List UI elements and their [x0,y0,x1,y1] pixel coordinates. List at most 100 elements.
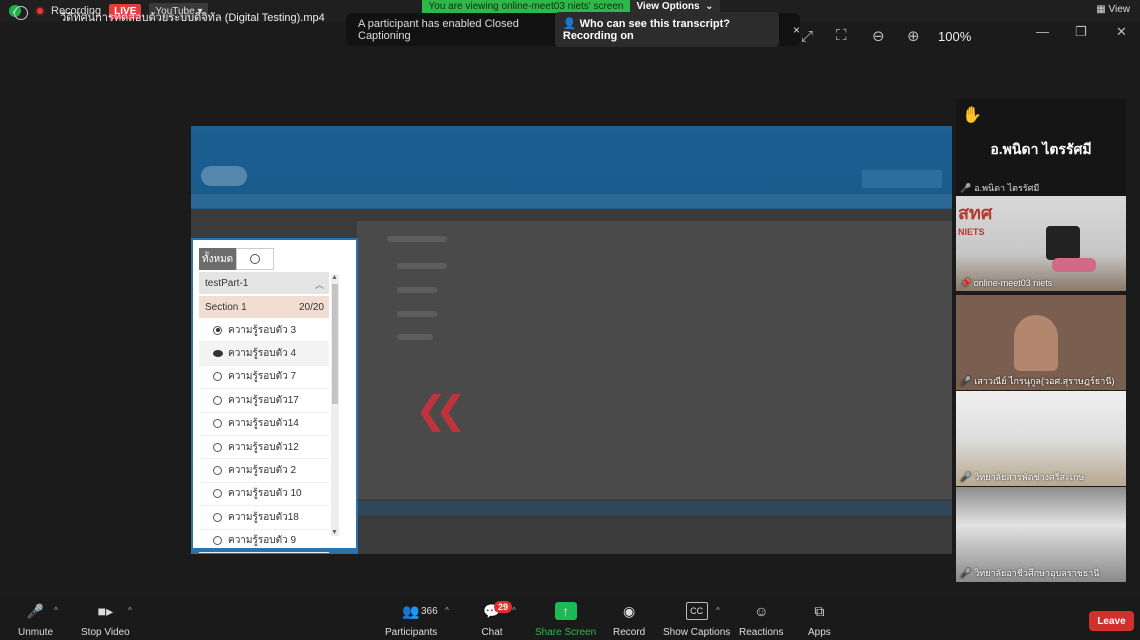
question-item-label: ความรู้รอบตัว 9 [228,535,297,547]
caption-notification-toast: A participant has enabled Closed Caption… [346,12,800,47]
restore-icon[interactable]: ❐ [1075,24,1087,40]
recording-dot-icon [35,6,45,16]
share-screen-label: Share Screen [535,627,597,638]
zoom-out-icon[interactable]: ⊖ [872,27,885,45]
question-list-scrollbar[interactable]: ▲ ▼ [331,274,339,536]
unmute-button[interactable]: 🎤 Unmute [18,602,54,639]
question-navigator-panel: ทั้งหมด testPart-1 ︿ Section 1 20/20 ควา… [191,238,358,554]
toast-message: A participant has enabled Closed Caption… [358,17,519,42]
leave-button[interactable]: Leave [1089,611,1134,631]
mic-muted-icon: 🎤 [960,472,972,482]
radio-empty-icon [213,512,222,522]
question-item[interactable]: ความรู้รอบตัว 4 [199,342,329,366]
zoom-in-icon[interactable]: ⊕ [907,27,920,45]
zoom-meeting-window: ✓ Recording LIVE YouTube ▾ You are viewi… [0,0,1140,640]
shared-app-subheader [191,194,952,208]
close-window-icon[interactable]: ✕ [1116,24,1127,40]
participants-caret-icon[interactable]: ^ [445,606,449,615]
video-tile[interactable]: 🎤 วิทยาลัยสารพัดช่างศรีสะเกษ [956,391,1126,486]
reactions-button[interactable]: ☺ Reactions [739,602,783,638]
video-options-caret-icon[interactable]: ^ [128,606,132,615]
question-item[interactable]: ความรู้รอบตัว14 [199,413,329,436]
flowers-shape [1052,258,1096,272]
reactions-label: Reactions [739,627,784,638]
question-item-label: ความรู้รอบตัว 7 [228,371,297,383]
record-icon: ◉ [623,602,636,619]
tab-all[interactable]: ทั้งหมด [199,248,237,270]
record-button[interactable]: ◉ Record [613,602,646,639]
video-tile[interactable]: สทศ NIETS 📌 online-meet03 niets [956,196,1126,291]
share-screen-icon: ↑ [554,602,577,620]
fullscreen-icon[interactable]: ⤢ [801,28,813,45]
test-part-header[interactable]: testPart-1 ︿ [199,272,329,294]
radio-empty-icon [213,442,222,452]
smiley-plus-icon: ☺ [754,603,769,619]
transcript-visibility-button[interactable]: 👤 Who can see this transcript? Recording… [554,12,779,47]
share-screen-button[interactable]: ↑ Share Screen [535,602,596,638]
record-label: Record [613,627,646,638]
toast-close-icon[interactable]: × [793,23,800,37]
section-header[interactable]: Section 1 20/20 [199,296,329,318]
scroll-thumb[interactable] [332,284,338,404]
show-captions-button[interactable]: CC Show Captions [663,602,730,638]
video-tile-label: 🎤 เสาวณีย์ ไกรนุกูล(วอศ.สุราษฎร์ธานี) [960,374,1115,388]
mic-muted-icon: 🎤 [960,568,972,578]
mic-muted-icon: 🎤 [960,183,972,193]
shared-app-footer [357,501,952,515]
meeting-info-icon[interactable] [14,6,28,20]
view-menu-button[interactable]: ▦ View [1096,4,1130,15]
zoom-level: 100% [938,29,972,44]
collapse-panel-chevron-icon: ❮❮ [415,390,467,432]
unmute-label: Unmute [18,627,54,638]
view-options-label: View Options [636,1,700,12]
radio-empty-icon [213,466,222,476]
radio-empty-icon [213,536,222,546]
stop-video-button[interactable]: ■▸ Stop Video [81,602,130,639]
shared-app-header-button [862,170,942,188]
participants-count: 366 [421,606,438,617]
question-item[interactable]: ความรู้รอบตัว 9 [199,530,329,553]
chat-unread-badge: 29 [494,601,513,613]
question-item[interactable]: ความรู้รอบตัว 7 [199,366,329,390]
tab-unanswered[interactable] [236,248,275,270]
video-tile[interactable]: 🎤 วิทยาลัยอาชีวศึกษาอุบลราชธานี [956,487,1126,582]
participants-label: Participants [385,627,438,638]
question-item[interactable]: ความรู้รอบตัว17 [199,389,329,413]
question-item[interactable]: ความรู้รอบตัว 10 [199,483,329,507]
fit-window-icon[interactable]: ⛶ [836,27,847,44]
test-part-label: testPart-1 [205,277,249,289]
question-item[interactable]: ความรู้รอบตัว 2 [199,459,329,483]
question-item-label: ความรู้รอบตัว12 [228,441,299,453]
meeting-controls-toolbar: 🎤 Unmute ^ ■▸ Stop Video ^ 👥 Participant… [0,596,1140,640]
question-item[interactable]: ความรู้รอบตัว 3 [199,319,329,343]
circle-icon [250,254,261,264]
scroll-up-icon[interactable]: ▲ [331,274,338,281]
tile-label-text: online-meet03 niets [973,278,1053,288]
participants-icon: 👥 [402,602,420,619]
logo-thai-text: สทศ [958,203,993,223]
viewing-banner-text: You are viewing online-meet03 niets' scr… [428,1,624,12]
shared-question-area [357,221,952,499]
radio-empty-icon [213,395,222,405]
captions-caret-icon[interactable]: ^ [716,606,720,615]
apps-button[interactable]: ⧉ Apps [808,602,831,639]
question-item[interactable]: ความรู้รอบตัว12 [199,436,329,460]
question-item[interactable]: ความรู้รอบตัว18 [199,506,329,530]
blurred-text-line [387,236,447,242]
video-tile[interactable]: 🎤 เสาวณีย์ ไกรนุกูล(วอศ.สุราษฎร์ธานี) [956,295,1126,390]
section-label: Section 1 [205,301,247,313]
logo-en-text: NIETS [958,227,985,237]
speaker-label-text: อ.พนิดา ไตรรัศมี [974,183,1040,193]
scroll-down-icon[interactable]: ▼ [331,529,338,536]
active-speaker-tile[interactable]: ✋ อ.พนิดา ไตรรัศมี 🎤 อ.พนิดา ไตรรัศมี [956,99,1126,196]
shared-screen[interactable]: ❮❮ ทั้งหมด testPart-1 ︿ Section 1 20/20 … [191,126,952,554]
chat-caret-icon[interactable]: ^ [512,606,516,615]
audio-options-caret-icon[interactable]: ^ [54,606,58,615]
shared-app-header [191,126,952,209]
question-item-label: ความรู้รอบตัว14 [228,418,299,430]
video-camera-icon: ■▸ [97,602,114,619]
radio-empty-icon [213,419,222,429]
video-tile-label: 🎤 วิทยาลัยสารพัดช่างศรีสะเกษ [960,470,1084,484]
question-item-label: ความรู้รอบตัว18 [228,511,299,523]
minimize-icon[interactable]: — [1036,24,1049,39]
